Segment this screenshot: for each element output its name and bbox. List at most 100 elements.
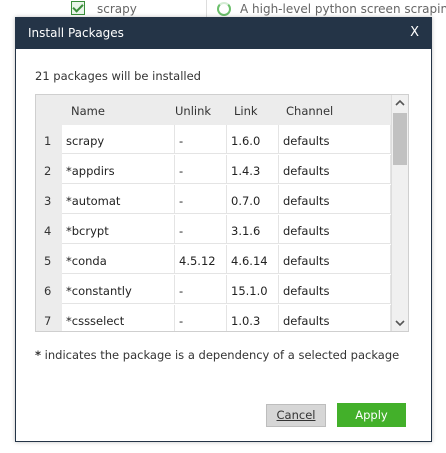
channel-value: defaults <box>283 224 330 238</box>
channel-value: defaults <box>283 254 330 268</box>
cell-link: 15.1.0 <box>227 275 279 304</box>
link-value: 3.1.6 <box>231 224 261 238</box>
cell-link: 1.4.3 <box>227 155 279 184</box>
link-value: 4.6.14 <box>231 254 268 268</box>
link-value: 0.7.0 <box>231 194 261 208</box>
dependency-footnote: * indicates the package is a dependency … <box>35 348 399 362</box>
packages-table: Name Unlink Link Channel 1 scrapy - 1.6.0 de… <box>35 94 409 332</box>
table-row[interactable]: 4 *bcrypt - 3.1.6 defaults <box>36 215 391 245</box>
cell-name: *bcrypt <box>62 215 175 244</box>
link-value: 1.4.3 <box>231 164 261 178</box>
column-header-name[interactable]: Name <box>71 104 105 118</box>
channel-value: defaults <box>283 194 330 208</box>
name-value: *automat <box>66 194 121 208</box>
dialog-title: Install Packages <box>28 26 124 40</box>
cell-unlink: - <box>175 305 227 331</box>
background-package-name: scrapy <box>97 2 137 16</box>
unlink-value: 4.5.12 <box>179 254 216 268</box>
cell-unlink: - <box>175 185 227 214</box>
table-row[interactable]: 7 *cssselect - 1.0.3 defaults <box>36 305 391 331</box>
cell-link: 4.6.14 <box>227 245 279 274</box>
row-number: 1 <box>44 134 52 148</box>
channel-value: defaults <box>283 314 330 328</box>
cell-unlink: 4.5.12 <box>175 245 227 274</box>
column-header-channel[interactable]: Channel <box>286 104 333 118</box>
row-number-cell: 7 <box>36 305 62 331</box>
column-header-unlink[interactable]: Unlink <box>175 104 211 118</box>
install-packages-dialog: Install Packages X 21 packages will be i… <box>15 17 432 442</box>
row-number: 2 <box>44 164 52 178</box>
unlink-value: - <box>179 134 184 148</box>
cell-name: *conda <box>62 245 175 274</box>
table-row[interactable]: 2 *appdirs - 1.4.3 defaults <box>36 155 391 185</box>
loading-spinner-icon <box>217 2 231 16</box>
row-number-cell: 3 <box>36 185 62 215</box>
table-header: Name Unlink Link Channel <box>36 95 391 125</box>
cell-channel: defaults <box>279 245 391 274</box>
packages-count-text: 21 packages will be installed <box>35 69 201 83</box>
cell-channel: defaults <box>279 275 391 304</box>
dialog-titlebar: Install Packages X <box>16 18 431 49</box>
cell-unlink: - <box>175 125 227 154</box>
cell-unlink: - <box>175 275 227 304</box>
footnote-text: indicates the package is a dependency of… <box>41 348 400 362</box>
table-row[interactable]: 1 scrapy - 1.6.0 defaults <box>36 125 391 155</box>
cancel-button[interactable]: Cancel <box>266 404 326 427</box>
cell-unlink: - <box>175 215 227 244</box>
cell-name: *appdirs <box>62 155 175 184</box>
row-number-cell: 5 <box>36 245 62 275</box>
channel-value: defaults <box>283 284 330 298</box>
name-value: *conda <box>66 254 107 268</box>
apply-button[interactable]: Apply <box>337 403 406 427</box>
cell-channel: defaults <box>279 185 391 214</box>
close-icon[interactable]: X <box>410 25 419 40</box>
unlink-value: - <box>179 284 184 298</box>
link-value: 1.0.3 <box>231 314 261 328</box>
row-number-cell: 4 <box>36 215 62 245</box>
row-number: 4 <box>44 224 52 238</box>
row-number: 7 <box>44 314 52 328</box>
scroll-up-arrow-icon[interactable] <box>392 95 408 111</box>
cell-link: 3.1.6 <box>227 215 279 244</box>
row-number-cell: 2 <box>36 155 62 185</box>
name-value: *cssselect <box>66 314 125 328</box>
cell-channel: defaults <box>279 125 391 154</box>
vertical-scrollbar[interactable] <box>391 95 408 331</box>
cell-channel: defaults <box>279 155 391 184</box>
column-header-link[interactable]: Link <box>234 104 258 118</box>
row-number-cell: 1 <box>36 125 62 155</box>
link-value: 1.6.0 <box>231 134 261 148</box>
channel-value: defaults <box>283 164 330 178</box>
cell-name: *constantly <box>62 275 175 304</box>
cell-name: *cssselect <box>62 305 175 331</box>
link-value: 15.1.0 <box>231 284 268 298</box>
cell-name: *automat <box>62 185 175 214</box>
scrollbar-thumb[interactable] <box>393 113 407 165</box>
row-number: 6 <box>44 284 52 298</box>
unlink-value: - <box>179 194 184 208</box>
channel-value: defaults <box>283 134 330 148</box>
unlink-value: - <box>179 314 184 328</box>
cell-unlink: - <box>175 155 227 184</box>
table-row[interactable]: 6 *constantly - 15.1.0 defaults <box>36 275 391 305</box>
name-value: *bcrypt <box>66 224 109 238</box>
table-row[interactable]: 5 *conda 4.5.12 4.6.14 defaults <box>36 245 391 275</box>
cell-name: scrapy <box>62 125 175 154</box>
unlink-value: - <box>179 224 184 238</box>
row-number: 5 <box>44 254 52 268</box>
scroll-down-arrow-icon[interactable] <box>392 315 408 331</box>
table-row[interactable]: 3 *automat - 0.7.0 defaults <box>36 185 391 215</box>
name-value: scrapy <box>66 134 105 148</box>
name-value: *appdirs <box>66 164 115 178</box>
cell-link: 0.7.0 <box>227 185 279 214</box>
cell-channel: defaults <box>279 305 391 331</box>
checkbox-checked-icon <box>71 1 85 15</box>
cell-link: 1.6.0 <box>227 125 279 154</box>
cell-link: 1.0.3 <box>227 305 279 331</box>
unlink-value: - <box>179 164 184 178</box>
row-number-cell: 6 <box>36 275 62 305</box>
background-package-description: A high-level python screen scraping f <box>240 2 446 16</box>
cell-channel: defaults <box>279 215 391 244</box>
name-value: *constantly <box>66 284 132 298</box>
row-number: 3 <box>44 194 52 208</box>
